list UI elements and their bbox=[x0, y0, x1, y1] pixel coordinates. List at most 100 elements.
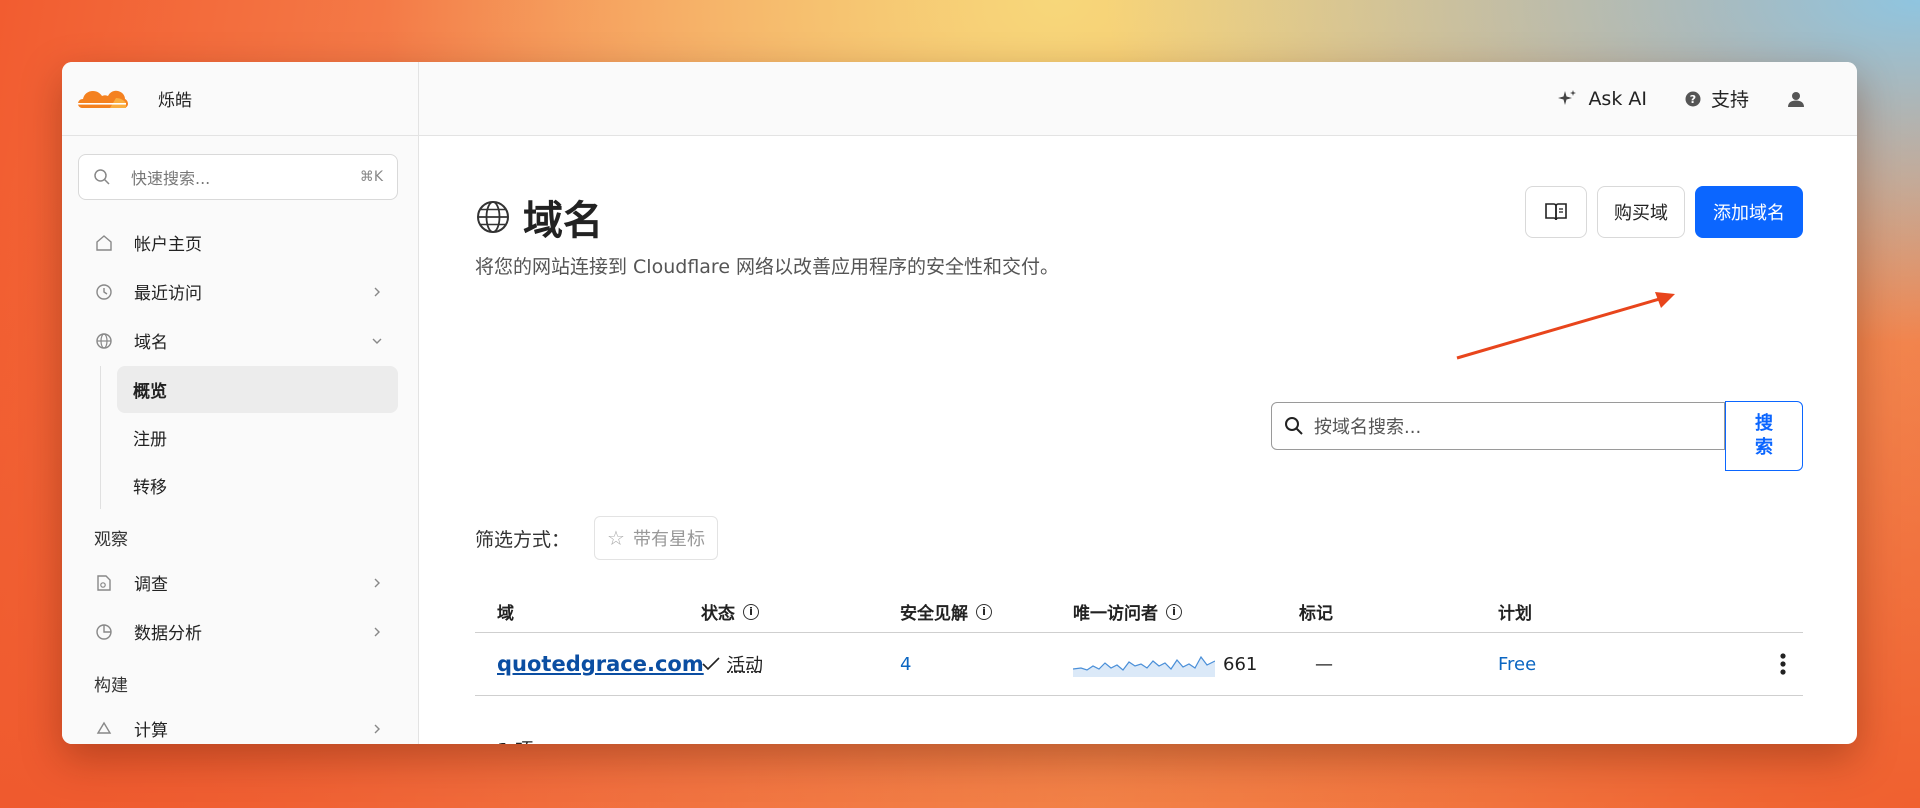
filter-row: 筛选方式： ☆ 带有星标 bbox=[475, 516, 718, 560]
col-plan[interactable]: 计划 bbox=[1498, 599, 1763, 624]
support-label: 支持 bbox=[1710, 89, 1749, 111]
sidebar-item-domains[interactable]: 域名 bbox=[78, 316, 398, 365]
starred-filter-label: 带有星标 bbox=[632, 529, 705, 550]
domain-search-input[interactable]: 按域名搜索... bbox=[1271, 402, 1725, 450]
domains-submenu: 概览 注册 转移 bbox=[100, 366, 398, 509]
table-row: quotedgrace.com 活动 4 661 — Free bbox=[475, 633, 1803, 696]
sidebar-item-overview[interactable]: 概览 bbox=[117, 366, 398, 413]
domain-search-button[interactable]: 搜索 bbox=[1725, 401, 1803, 471]
cloudflare-logo[interactable] bbox=[76, 84, 128, 114]
compute-icon bbox=[94, 719, 114, 739]
domain-search-button-label: 搜索 bbox=[1755, 413, 1773, 458]
sidebar-item-label: 调查 bbox=[134, 575, 168, 595]
visitors-sparkline bbox=[1073, 655, 1215, 677]
sidebar: 烁皓 快速搜索... ⌘K 帐户主页 最近访问 域名 概览 注册 转移 观察 调… bbox=[62, 62, 419, 744]
tags-value: — bbox=[1315, 653, 1333, 675]
globe-icon bbox=[477, 201, 509, 233]
svg-text:?: ? bbox=[1690, 93, 1696, 106]
result-count-number: 1 bbox=[497, 740, 510, 744]
pie-chart-icon bbox=[94, 622, 114, 642]
col-plan-label: 计划 bbox=[1498, 604, 1532, 624]
ask-ai-button[interactable]: Ask AI bbox=[1556, 88, 1647, 110]
page-title: 域名 bbox=[523, 198, 603, 244]
sidebar-item-compute[interactable]: 计算 bbox=[78, 704, 398, 744]
domains-table: 域 状态 i 安全见解 i 唯一访问者 i 标记 计划 quotedgrace.com… bbox=[475, 591, 1803, 696]
row-menu-button[interactable] bbox=[1763, 652, 1803, 676]
history-icon bbox=[94, 282, 114, 302]
sidebar-item-label: 域名 bbox=[134, 333, 168, 353]
sparkle-icon bbox=[1558, 89, 1577, 105]
col-status-label: 状态 bbox=[701, 604, 735, 624]
docs-button[interactable] bbox=[1525, 186, 1587, 238]
col-domain[interactable]: 域 bbox=[475, 599, 701, 624]
add-domain-button[interactable]: 添加域名 bbox=[1695, 186, 1803, 238]
chevron-down-icon bbox=[372, 338, 382, 344]
home-icon bbox=[94, 233, 114, 253]
result-count-unit: 项 bbox=[510, 740, 533, 744]
page-subtitle: 将您的网站连接到 Cloudflare 网络以改善应用程序的安全性和交付。 bbox=[475, 256, 1060, 278]
col-status[interactable]: 状态 i bbox=[701, 599, 900, 624]
buy-domain-button[interactable]: 购买域 bbox=[1597, 186, 1685, 238]
domain-search-placeholder: 按域名搜索... bbox=[1314, 417, 1422, 438]
col-insights-label: 安全见解 bbox=[900, 604, 968, 624]
sidebar-item-label: 计算 bbox=[134, 721, 168, 741]
search-icon bbox=[94, 169, 110, 185]
sidebar-item-label: 最近访问 bbox=[134, 284, 202, 304]
domain-link[interactable]: quotedgrace.com bbox=[497, 652, 704, 676]
document-search-icon bbox=[94, 573, 114, 593]
page-content: 域名 将您的网站连接到 Cloudflare 网络以改善应用程序的安全性和交付。… bbox=[419, 136, 1857, 744]
sidebar-header: 烁皓 bbox=[62, 62, 418, 136]
insights-link[interactable]: 4 bbox=[900, 654, 911, 675]
sidebar-item-analytics[interactable]: 数据分析 bbox=[78, 607, 398, 656]
ask-ai-label: Ask AI bbox=[1588, 87, 1647, 110]
section-build: 构建 bbox=[94, 676, 128, 696]
chevron-right-icon bbox=[374, 578, 380, 587]
col-visitors-label: 唯一访问者 bbox=[1073, 604, 1158, 624]
search-icon bbox=[1285, 417, 1303, 435]
col-insights[interactable]: 安全见解 i bbox=[900, 599, 1073, 624]
status-text[interactable]: 活动 bbox=[727, 651, 763, 677]
result-count: 1 项 bbox=[497, 736, 533, 744]
col-domain-label: 域 bbox=[497, 604, 514, 624]
chevron-right-icon bbox=[374, 287, 380, 296]
col-visitors[interactable]: 唯一访问者 i bbox=[1073, 599, 1299, 624]
main-panel: Ask AI ? 支持 域名 将您的网站连接到 Cloudflare 网络以改善… bbox=[419, 62, 1857, 744]
visitors-count: 661 bbox=[1223, 653, 1258, 675]
info-icon[interactable]: i bbox=[976, 603, 992, 620]
table-header: 域 状态 i 安全见解 i 唯一访问者 i 标记 计划 bbox=[475, 591, 1803, 633]
sidebar-item-transfer[interactable]: 转移 bbox=[117, 462, 398, 509]
top-bar: Ask AI ? 支持 bbox=[419, 62, 1857, 136]
check-icon bbox=[702, 657, 720, 671]
col-tags[interactable]: 标记 bbox=[1299, 599, 1498, 624]
chevron-right-icon bbox=[374, 627, 380, 636]
app-window: 烁皓 快速搜索... ⌘K 帐户主页 最近访问 域名 概览 注册 转移 观察 调… bbox=[62, 62, 1857, 744]
domain-search: 按域名搜索... 搜索 bbox=[1271, 401, 1803, 471]
info-icon[interactable]: i bbox=[743, 603, 759, 620]
sidebar-item-label: 帐户主页 bbox=[134, 235, 202, 255]
section-observe: 观察 bbox=[94, 530, 128, 550]
help-icon: ? bbox=[1685, 91, 1701, 106]
starred-filter-chip[interactable]: ☆ 带有星标 bbox=[594, 516, 718, 560]
plan-link[interactable]: Free bbox=[1498, 654, 1536, 675]
info-icon[interactable]: i bbox=[1166, 603, 1182, 620]
annotation-arrow bbox=[1456, 292, 1675, 360]
quick-search-placeholder: 快速搜索... bbox=[131, 169, 211, 188]
page-actions: 购买域 添加域名 bbox=[1525, 186, 1803, 238]
account-name[interactable]: 烁皓 bbox=[158, 86, 192, 111]
quick-search-input[interactable]: 快速搜索... ⌘K bbox=[78, 154, 398, 200]
sidebar-item-label: 数据分析 bbox=[134, 624, 202, 644]
support-button[interactable]: ? 支持 bbox=[1685, 85, 1749, 112]
user-icon bbox=[1788, 91, 1804, 107]
sidebar-item-recent[interactable]: 最近访问 bbox=[78, 267, 398, 316]
sidebar-item-investigate[interactable]: 调查 bbox=[78, 558, 398, 607]
chevron-right-icon bbox=[374, 724, 380, 733]
user-menu-button[interactable] bbox=[1787, 90, 1815, 108]
col-tags-label: 标记 bbox=[1299, 604, 1333, 624]
shortcut-hint: ⌘K bbox=[359, 169, 383, 185]
filter-label: 筛选方式： bbox=[475, 528, 571, 551]
globe-icon bbox=[94, 331, 114, 351]
book-icon bbox=[1545, 203, 1567, 221]
sidebar-item-account-home[interactable]: 帐户主页 bbox=[78, 218, 398, 267]
sidebar-item-register[interactable]: 注册 bbox=[117, 414, 398, 461]
kebab-menu-icon bbox=[1780, 653, 1786, 675]
